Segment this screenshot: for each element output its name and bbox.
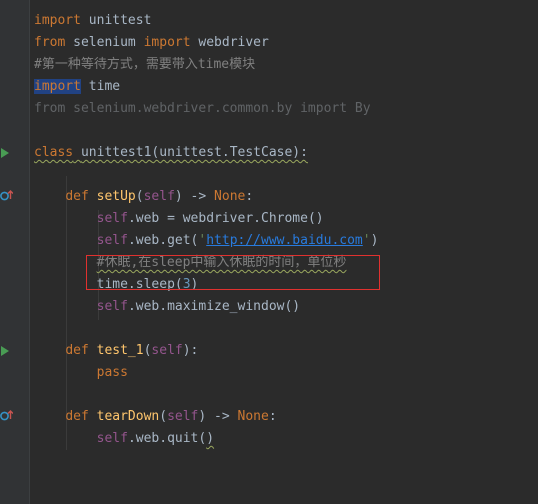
code-line-9[interactable]: def setUp(self) -> None: (34, 186, 253, 208)
unused-import-text: from selenium.webdriver.common.by import… (34, 101, 371, 116)
statement: .web = webdriver.Chrome() (127, 211, 324, 226)
run-test-icon[interactable] (1, 346, 9, 356)
override-icon[interactable] (0, 410, 13, 422)
paren: ): (182, 343, 199, 358)
url-link[interactable]: http://www.baidu.com (206, 233, 363, 248)
editor-gutter (0, 0, 29, 504)
keyword: import (34, 13, 81, 28)
module-name: webdriver (190, 35, 269, 50)
code-line-1[interactable]: import unittest (34, 10, 151, 32)
class-name: unittest1 (80, 145, 152, 160)
module-name: selenium (65, 35, 144, 50)
self-ref: self (96, 299, 128, 314)
function-name: test_1 (96, 343, 144, 358)
code-line-7[interactable]: class unittest1(unittest.TestCase): (34, 142, 308, 164)
self-ref: self (96, 211, 128, 226)
colon: : (245, 189, 254, 204)
code-line-20[interactable]: self.web.quit() (34, 428, 214, 450)
code-line-10[interactable]: self.web = webdriver.Chrome() (34, 208, 324, 230)
function-name: setUp (96, 189, 136, 204)
self-ref: self (96, 233, 128, 248)
paren: ( (135, 189, 144, 204)
class-bases: (unittest.TestCase): (151, 145, 308, 160)
return-type: None (237, 409, 269, 424)
statement: .web.get( (127, 233, 199, 248)
keyword: class (34, 145, 74, 160)
code-line-2[interactable]: from selenium import webdriver (34, 32, 269, 54)
code-line-16[interactable]: def test_1(self): (34, 340, 198, 362)
keyword: def (65, 343, 89, 358)
string-quote: ' (362, 233, 371, 248)
comment: #第一种等待方式，需要带入time模块 (34, 57, 256, 72)
self-ref: self (96, 431, 128, 446)
statement: .web.maximize_window() (127, 299, 301, 314)
code-line-19[interactable]: def tearDown(self) -> None: (34, 406, 277, 428)
arrow: ) -> (174, 189, 215, 204)
code-line-11[interactable]: self.web.get('http://www.baidu.com') (34, 230, 379, 252)
paren: ) (206, 431, 215, 446)
module-name: unittest (80, 13, 152, 28)
gutter-divider (29, 0, 30, 504)
code-line-4[interactable]: import time (34, 76, 120, 98)
keyword: def (65, 409, 89, 424)
highlight-box (86, 255, 380, 290)
code-line-5-unused-import[interactable]: from selenium.webdriver.common.by import… (34, 98, 371, 120)
run-class-icon[interactable] (1, 148, 9, 158)
override-icon[interactable] (0, 190, 13, 202)
code-line-14[interactable]: self.web.maximize_window() (34, 296, 301, 318)
keyword: from (34, 35, 66, 50)
selected-keyword: import (34, 79, 81, 94)
code-line-3[interactable]: #第一种等待方式，需要带入time模块 (34, 54, 255, 76)
return-type: None (214, 189, 246, 204)
arrow: ) -> (198, 409, 238, 424)
paren: ( (159, 409, 168, 424)
function-name: tearDown (96, 409, 160, 424)
statement: .web.quit( (127, 431, 207, 446)
keyword: def (65, 189, 89, 204)
module-name: time (80, 79, 121, 94)
keyword: import (143, 35, 191, 50)
self-param: self (151, 343, 183, 358)
colon: : (268, 409, 277, 424)
paren: ) (370, 233, 379, 248)
keyword: pass (96, 365, 128, 380)
self-param: self (143, 189, 175, 204)
code-line-17[interactable]: pass (34, 362, 128, 384)
self-param: self (167, 409, 199, 424)
